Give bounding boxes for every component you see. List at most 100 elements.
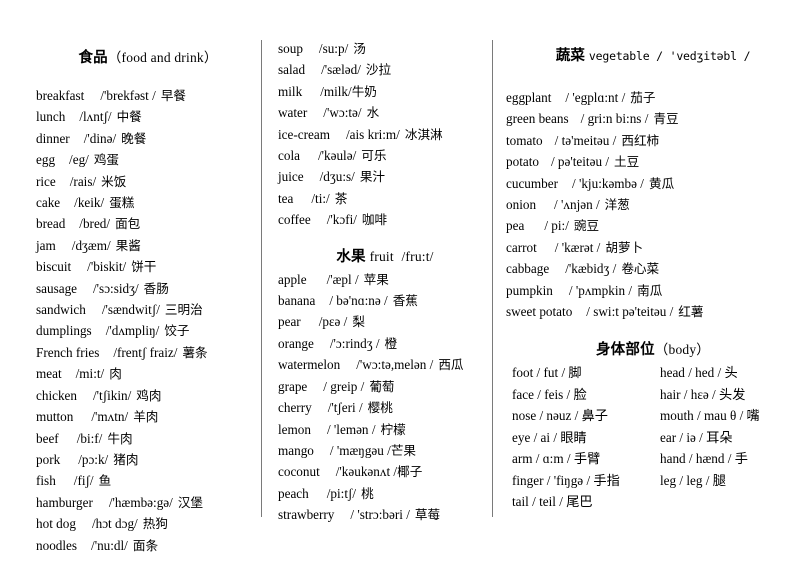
vocabulary-entry: mutton /'mʌtn/羊肉 — [36, 406, 260, 427]
entry-chinese: 草莓 — [414, 507, 441, 523]
entry-word: cola — [278, 148, 300, 164]
entry-phonetic: /ti:/ — [311, 190, 330, 206]
entry-phonetic: / 'mæŋgəu / — [329, 442, 391, 458]
vocabulary-entry: dumplings /'dʌmpliŋ/饺子 — [36, 320, 260, 341]
entry-word: hamburger — [36, 494, 93, 510]
entry-word: sandwich — [36, 302, 86, 318]
vocabulary-entry: bread/bred/面包 — [36, 213, 260, 234]
entry-word: fish — [36, 473, 56, 489]
entry-chinese: 冰淇淋 — [404, 126, 443, 142]
vocabulary-entry: pumpkin / 'pʌmpkin / 南瓜 — [506, 280, 800, 301]
entry-word: water — [278, 105, 308, 121]
entry-phonetic: /mi:t/ — [75, 366, 105, 382]
entry-word: French fries — [36, 344, 100, 360]
vocabulary-entry: mango / 'mæŋgəu /芒果 — [278, 440, 492, 461]
vocabulary-entry: beef/bi:f/牛肉 — [36, 428, 260, 449]
entry-chinese: 柠檬 — [380, 421, 406, 437]
entry-word: lemon — [278, 421, 311, 437]
vocabulary-entry: carrot / 'kærət / 胡萝卜 — [506, 237, 800, 258]
entry-chinese: 青豆 — [653, 111, 679, 127]
vocabulary-entry: tomato / tə'meitəu / 西红柿 — [506, 130, 800, 151]
entry-chinese: 面包 — [115, 216, 141, 232]
section-title-fruit-phonetic: /fru:t/ — [401, 248, 434, 264]
entry-word: breakfast — [36, 88, 85, 103]
entry-word: pea — [506, 218, 525, 234]
entry-phonetic: /dʒu:s/ — [319, 169, 355, 185]
entry-chinese: 中餐 — [116, 109, 142, 125]
entry-phonetic: /pɔ:k/ — [78, 451, 109, 467]
vocabulary-entry: soup/su:p/汤 — [278, 38, 492, 59]
section-title-body-cjk: 身体部位 — [595, 342, 655, 359]
section-title-fruit-cjk: 水果 — [336, 248, 366, 265]
entry-phonetic: /pi:tʃ/ — [326, 485, 357, 501]
section-title-vegetable: 蔬菜 vegetable / 'vedʒitəbl / — [506, 44, 800, 65]
entry-word: orange — [278, 335, 314, 351]
body-part-entry-right: mouth / mau θ / 嘴 — [660, 408, 760, 424]
entry-word: cake — [36, 195, 61, 211]
entry-chinese: 果汁 — [359, 169, 385, 185]
entry-word: strawberry — [278, 507, 335, 523]
entry-chinese: 茄子 — [630, 90, 656, 105]
vocabulary-entry: grape / greip / 葡萄 — [278, 376, 492, 397]
entry-chinese: 咖啡 — [361, 212, 388, 228]
section-title-vegetable-cjk: 蔬菜 — [555, 48, 586, 64]
vocabulary-entry: fish/fiʃ/鱼 — [36, 470, 260, 491]
entry-phonetic: / swi:t pə'teitəu / — [586, 304, 674, 320]
entry-word: meat — [36, 366, 62, 382]
entry-chinese: 鱼 — [98, 473, 112, 489]
entry-word: eggplant — [506, 90, 552, 105]
vocabulary-entry: rice/rais/米饭 — [36, 171, 260, 192]
vocabulary-entry: juice/dʒu:s/果汁 — [278, 166, 492, 187]
entry-word: carrot — [506, 239, 537, 255]
vocabulary-entry: sandwich /'sændwitʃ/三明治 — [36, 299, 260, 320]
entry-chinese: 薯条 — [182, 344, 208, 360]
food-entry-list: breakfast/'brekfəst / 早餐 lunch/lʌntʃ/中餐 din… — [36, 85, 260, 556]
entry-chinese: 汉堡 — [177, 494, 203, 510]
entry-word: apple — [278, 271, 307, 287]
entry-word: grape — [278, 378, 308, 394]
entry-chinese: 洋葱 — [604, 197, 630, 213]
entry-phonetic: /hɔt dɔg/ — [91, 516, 138, 532]
vocabulary-entry: strawberry / 'strɔ:bəri / 草莓 — [278, 504, 492, 525]
entry-chinese: 蛋糕 — [109, 195, 135, 211]
entry-word: sausage — [36, 280, 78, 296]
entry-chinese: 果酱 — [115, 237, 141, 253]
entry-word: pear — [278, 314, 301, 330]
section-title-body: 身体部位（body） — [506, 338, 800, 359]
column-vegetable-body: 蔬菜 vegetable / 'vedʒitəbl / eggplant / 'e… — [492, 0, 800, 566]
body-part-entry-right: leg / leg / 腿 — [660, 472, 726, 488]
entry-word: coffee — [278, 212, 311, 228]
vocabulary-entry: French fries/frentʃ fraiz/薯条 — [36, 342, 260, 363]
vocabulary-entry: cake/keik/蛋糕 — [36, 192, 260, 213]
entry-word: coconut — [278, 464, 320, 480]
entry-chinese: 香肠 — [143, 280, 169, 296]
entry-chinese: 汤 — [353, 41, 366, 56]
entry-word: potato — [506, 154, 539, 170]
entry-word: cherry — [278, 400, 312, 416]
entry-word: noodles — [36, 537, 78, 553]
vocabulary-entry: biscuit /'biskit/饼干 — [36, 256, 260, 277]
entry-chinese: 早餐 — [160, 88, 186, 103]
entry-word: dumplings — [36, 323, 92, 339]
fruit-entry-list: apple /'æpl / 苹果 banana / bə'nɑ:nə / 香蕉 pear/p… — [278, 269, 492, 526]
entry-chinese: 面条 — [132, 537, 159, 553]
entry-word: onion — [506, 197, 537, 213]
entry-chinese: 土豆 — [614, 154, 640, 170]
entry-chinese: 沙拉 — [365, 62, 392, 78]
entry-phonetic: / 'kju:kəmbə / — [572, 175, 644, 191]
entry-chinese: 米饭 — [101, 173, 127, 189]
entry-chinese: 鸡蛋 — [93, 152, 120, 168]
entry-chinese: 葡萄 — [369, 378, 395, 394]
vocabulary-entry: noodles /'nu:dl/面条 — [36, 535, 260, 556]
entry-phonetic: /'biskit/ — [87, 259, 127, 275]
vocabulary-entry: pork/pɔ:k/猪肉 — [36, 449, 260, 470]
entry-chinese: 可乐 — [361, 148, 387, 164]
vocabulary-entry: onion / 'ʌnjən / 洋葱 — [506, 194, 800, 215]
entry-word: pork — [36, 451, 61, 467]
entry-chinese: 牛肉 — [107, 430, 133, 446]
entry-chinese: 红薯 — [678, 304, 704, 320]
vocabulary-entry: water /'wɔ:tə/水 — [278, 102, 492, 123]
vocabulary-entry: lunch/lʌntʃ/中餐 — [36, 106, 260, 127]
entry-word: bread — [36, 216, 66, 232]
vocabulary-entry: jam/dʒæm/果酱 — [36, 235, 260, 256]
